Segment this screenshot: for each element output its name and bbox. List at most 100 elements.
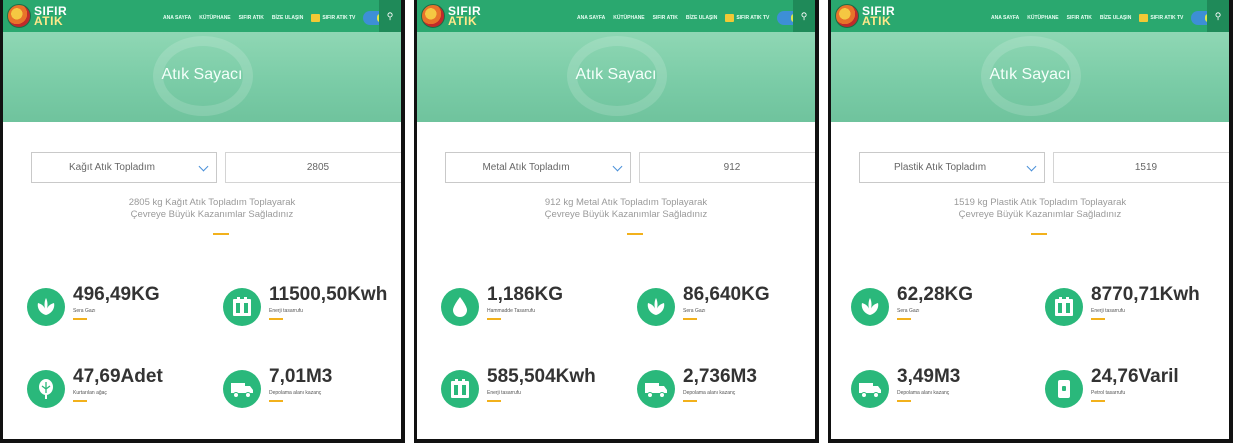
chevron-down-icon	[198, 161, 209, 172]
stat-underline	[683, 318, 697, 320]
chevron-down-icon	[1026, 161, 1037, 172]
battery-icon	[1045, 288, 1083, 326]
summary-line1: 1519 kg Plastik Atık Topladım Toplayarak	[953, 197, 1127, 208]
summary-line1: 2805 kg Kağıt Atık Topladım Toplayarak	[128, 197, 296, 208]
brand-logo[interactable]: SIFIR ATIK	[7, 3, 67, 29]
waste-type-value: Metal Atık Topladım	[482, 162, 570, 173]
nav-item-home[interactable]: ANA SAYFA	[991, 15, 1019, 21]
counter-panel-metal: SIFIR ATIK ANA SAYFA KÜTÜPHANE SIFIR ATIK…	[414, 0, 819, 443]
quantity-value: 912	[723, 162, 741, 173]
drop-icon	[441, 288, 479, 326]
logo-emblem-icon	[421, 4, 445, 28]
tv-icon	[725, 14, 735, 22]
stat-underline	[683, 400, 697, 402]
stat-oil-saving: 24,76Varil Petrol tasarrufu	[1045, 366, 1225, 410]
stat-underline	[897, 400, 911, 402]
summary-line1: 912 kg Metal Atık Topladım Toplayarak	[544, 197, 708, 208]
truck-icon	[637, 370, 675, 408]
nav-menu: ANA SAYFA KÜTÜPHANE SIFIR ATIK BİZE ULAŞ…	[163, 11, 398, 25]
nav-item-library[interactable]: KÜTÜPHANE	[199, 15, 230, 21]
truck-icon	[223, 370, 261, 408]
nav-item-zero-waste[interactable]: SIFIR ATIK	[1067, 15, 1092, 21]
nav-item-zero-waste[interactable]: SIFIR ATIK	[239, 15, 264, 21]
battery-icon	[441, 370, 479, 408]
brand-logo[interactable]: SIFIR ATIK	[421, 3, 481, 29]
page-title: Atık Sayacı	[575, 66, 657, 83]
stat-storage-space: 7,01M3 Depolama alanı kazanç	[223, 366, 401, 410]
stat-underline	[73, 318, 87, 320]
stat-label: Enerji tasarrufu	[487, 390, 521, 396]
quantity-value: 2805	[306, 162, 330, 173]
summary-line2: Çevreye Büyük Kazanımlar Sağladınız	[958, 209, 1122, 220]
stat-greenhouse-gas: 86,640KG Sera Gazı	[637, 284, 815, 328]
stat-underline	[269, 400, 283, 402]
nav-item-library[interactable]: KÜTÜPHANE	[1027, 15, 1058, 21]
stat-underline	[487, 318, 501, 320]
stat-label: Sera Gazı	[897, 308, 920, 314]
hero-banner: Atık Sayacı	[831, 32, 1229, 122]
stat-underline	[269, 318, 283, 320]
nav-item-tv[interactable]: SIFIR ATIK TV	[725, 14, 769, 22]
search-button[interactable]: ⚲	[1207, 0, 1229, 32]
stat-label: Sera Gazı	[73, 308, 96, 314]
quantity-value: 1519	[1134, 162, 1158, 173]
nav-item-home[interactable]: ANA SAYFA	[577, 15, 605, 21]
stat-storage-space: 3,49M3 Depolama alanı kazanç	[851, 366, 1031, 410]
stat-value: 1,186KG	[487, 284, 564, 305]
summary-underline	[213, 233, 229, 235]
brand-line2: ATIK	[862, 14, 892, 28]
waste-type-select[interactable]: Metal Atık Topladım	[445, 152, 631, 183]
quantity-input[interactable]: 1519	[1053, 152, 1229, 183]
nav-item-zero-waste[interactable]: SIFIR ATIK	[653, 15, 678, 21]
quantity-input[interactable]: 912	[639, 152, 815, 183]
waste-type-select[interactable]: Kağıt Atık Topladım	[31, 152, 217, 183]
battery-icon	[223, 288, 261, 326]
stat-energy-saving: 585,504Kwh Enerji tasarrufu	[441, 366, 621, 410]
logo-emblem-icon	[835, 4, 859, 28]
stat-value: 62,28KG	[897, 284, 974, 305]
summary-line2: Çevreye Büyük Kazanımlar Sağladınız	[544, 209, 708, 220]
stat-value: 3,49M3	[897, 366, 961, 387]
stat-value: 2,736M3	[683, 366, 757, 387]
logo-emblem-icon	[7, 4, 31, 28]
nav-item-contact[interactable]: BİZE ULAŞIN	[272, 15, 303, 21]
nav-item-contact[interactable]: BİZE ULAŞIN	[686, 15, 717, 21]
barrel-icon	[1045, 370, 1083, 408]
stat-label: Depolama alanı kazanç	[683, 390, 736, 396]
search-icon: ⚲	[386, 10, 394, 21]
stat-underline	[487, 400, 501, 402]
waste-type-value: Kağıt Atık Topladım	[69, 162, 155, 173]
stat-value: 47,69Adet	[73, 366, 163, 387]
search-icon: ⚲	[1214, 10, 1222, 21]
page-title: Atık Sayacı	[989, 66, 1071, 83]
nav-item-contact[interactable]: BİZE ULAŞIN	[1100, 15, 1131, 21]
quantity-input[interactable]: 2805	[225, 152, 401, 183]
nav-item-home[interactable]: ANA SAYFA	[163, 15, 191, 21]
hero-banner: Atık Sayacı	[3, 32, 401, 122]
search-button[interactable]: ⚲	[379, 0, 401, 32]
stat-value: 7,01M3	[269, 366, 333, 387]
waste-type-select[interactable]: Plastik Atık Topladım	[859, 152, 1045, 183]
waste-type-value: Plastik Atık Topladım	[893, 162, 987, 173]
nav-item-library[interactable]: KÜTÜPHANE	[613, 15, 644, 21]
stat-greenhouse-gas: 496,49KG Sera Gazı	[27, 284, 207, 328]
tv-icon	[311, 14, 321, 22]
stat-underline	[1091, 400, 1105, 402]
stat-greenhouse-gas: 62,28KG Sera Gazı	[851, 284, 1031, 328]
stat-label: Petrol tasarrufu	[1091, 390, 1126, 396]
brand-logo[interactable]: SIFIR ATIK	[835, 3, 895, 29]
stat-value: 86,640KG	[683, 284, 770, 305]
stat-value: 11500,50Kwh	[269, 284, 388, 305]
summary-underline	[1031, 233, 1047, 235]
counter-panel-plastic: SIFIR ATIK ANA SAYFA KÜTÜPHANE SIFIR ATIK…	[828, 0, 1233, 443]
nav-item-tv[interactable]: SIFIR ATIK TV	[1139, 14, 1183, 22]
stat-label: Kurtarılan ağaç	[73, 390, 107, 396]
leaf-icon	[27, 288, 65, 326]
top-nav: SIFIR ATIK ANA SAYFA KÜTÜPHANE SIFIR ATIK…	[831, 0, 1229, 32]
summary-line2: Çevreye Büyük Kazanımlar Sağladınız	[130, 209, 294, 220]
tree-icon	[27, 370, 65, 408]
truck-icon	[851, 370, 889, 408]
search-button[interactable]: ⚲	[793, 0, 815, 32]
stat-energy-saving: 8770,71Kwh Enerji tasarrufu	[1045, 284, 1225, 328]
nav-item-tv[interactable]: SIFIR ATIK TV	[311, 14, 355, 22]
